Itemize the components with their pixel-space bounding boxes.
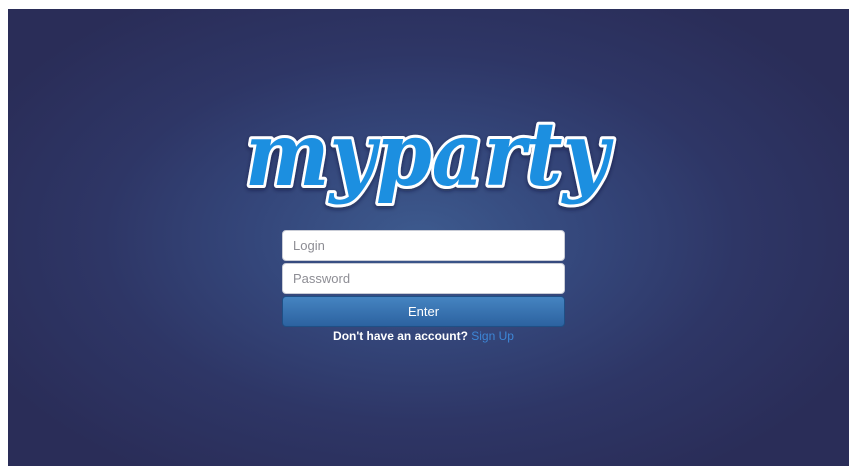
login-page-background: myparty Enter Don't have an account? Sig… xyxy=(8,9,849,466)
myparty-logo-graphic: myparty xyxy=(242,109,617,209)
sign-up-link[interactable]: Sign Up xyxy=(471,329,514,343)
myparty-logo: myparty xyxy=(236,109,618,231)
login-form: Enter Don't have an account? Sign Up xyxy=(282,230,565,343)
signup-prompt-line: Don't have an account? Sign Up xyxy=(282,329,565,343)
signup-prompt-text: Don't have an account? xyxy=(333,329,468,343)
password-input[interactable] xyxy=(282,263,565,294)
logo-text: myparty xyxy=(245,109,614,206)
login-input[interactable] xyxy=(282,230,565,261)
enter-button[interactable]: Enter xyxy=(282,296,565,327)
